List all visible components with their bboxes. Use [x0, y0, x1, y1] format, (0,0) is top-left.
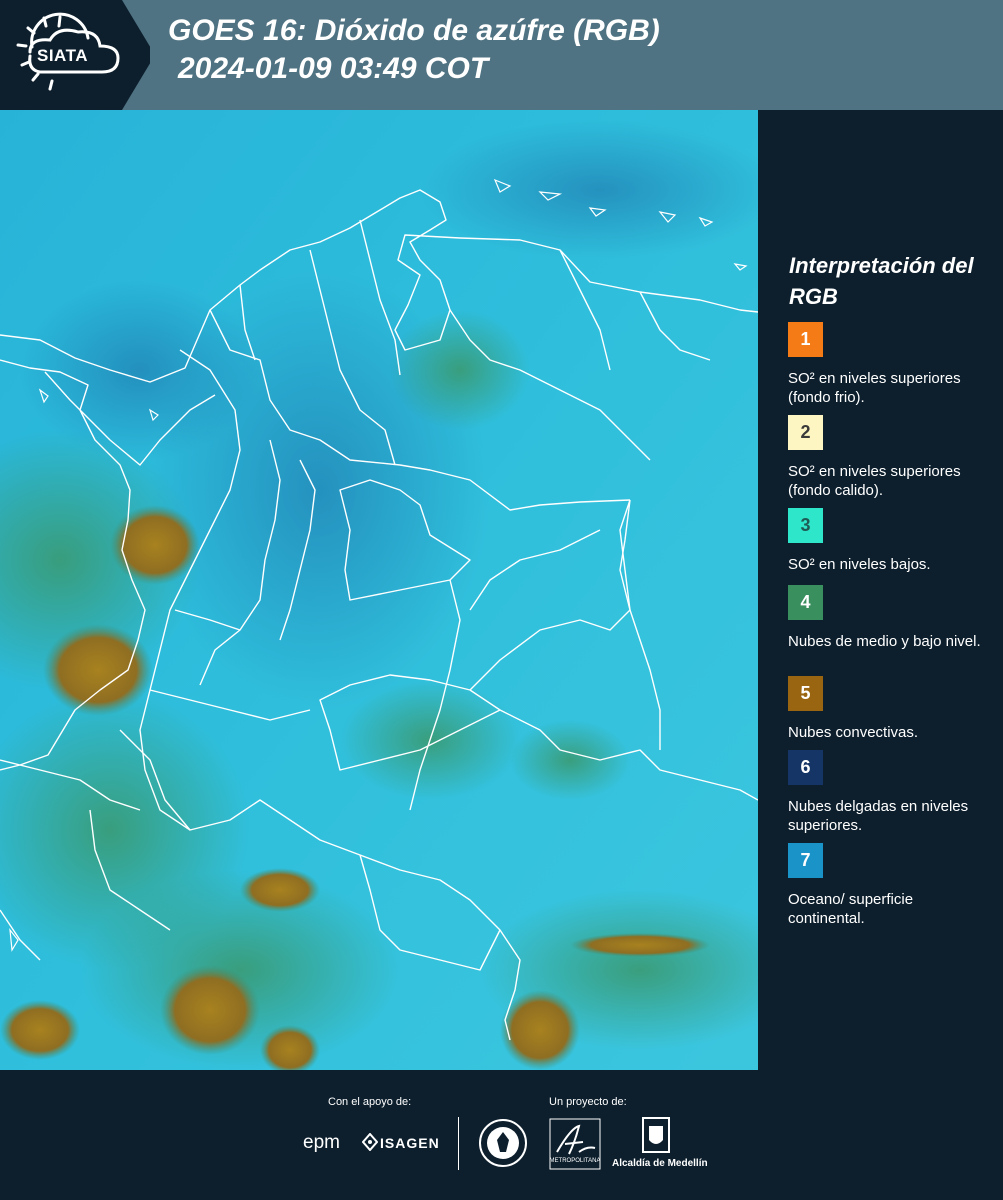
legend-label: Nubes de medio y bajo nivel.: [788, 633, 981, 650]
legend-item-1: 1 SO² en niveles superiores (fondo frio)…: [788, 322, 993, 407]
area-metropolitana-logo: METROPOLITANA: [549, 1118, 601, 1170]
isagen-logo: ISAGEN: [380, 1135, 440, 1151]
legend-item-2: 2 SO² en niveles superiores (fondo calid…: [788, 415, 993, 500]
legend-number: 7: [800, 850, 811, 870]
medellin-seal-icon: [479, 1119, 527, 1167]
project-label: Un proyecto de:: [549, 1096, 627, 1108]
alcaldia-shield-icon: [642, 1117, 670, 1153]
legend-item-3: 3 SO² en niveles bajos.: [788, 508, 993, 574]
legend-label: SO² en niveles superiores (fondo calido)…: [788, 463, 961, 499]
legend-swatch-5: 5: [788, 676, 823, 711]
legend-swatch-2: 2: [788, 415, 823, 450]
legend-label: Nubes delgadas en niveles superiores.: [788, 798, 969, 834]
legend-number: 4: [800, 592, 811, 612]
legend-item-4: 4 Nubes de medio y bajo nivel.: [788, 585, 993, 651]
legend-number: 1: [800, 329, 811, 349]
divider: [458, 1117, 459, 1170]
logo-text: SIATA: [37, 46, 88, 65]
legend-label: Nubes convectivas.: [788, 724, 919, 741]
support-label: Con el apoyo de:: [328, 1096, 412, 1108]
legend-swatch-6: 6: [788, 750, 823, 785]
legend-number: 2: [800, 422, 811, 442]
legend-item-7: 7 Oceano/ superficie continental.: [788, 843, 993, 928]
satellite-map: [0, 110, 758, 1070]
legend-number: 3: [800, 515, 811, 535]
legend-item-5: 5 Nubes convectivas.: [788, 676, 993, 742]
legend-label: Oceano/ superficie continental.: [788, 891, 914, 927]
legend-title: Interpretación del RGB: [789, 253, 974, 309]
legend-swatch-3: 3: [788, 508, 823, 543]
timestamp: 2024-01-09 03:49 COT: [178, 52, 489, 85]
epm-logo: epm: [303, 1132, 340, 1153]
legend-item-6: 6 Nubes delgadas en niveles superiores.: [788, 750, 993, 835]
legend-panel: Interpretación del RGB 1 SO² en niveles …: [758, 110, 1003, 1070]
footer: Con el apoyo de: Un proyecto de: epm ISA…: [0, 1070, 1003, 1200]
legend-label: SO² en niveles bajos.: [788, 556, 931, 573]
header-bar: SIATA GOES 16: Dióxido de azúfre (RGB) 2…: [0, 0, 1003, 110]
page-title: GOES 16: Dióxido de azúfre (RGB): [168, 14, 660, 47]
legend-label: SO² en niveles superiores (fondo frio).: [788, 370, 961, 406]
siata-logo: SIATA: [0, 0, 150, 110]
legend-number: 5: [800, 683, 811, 703]
legend-swatch-1: 1: [788, 322, 823, 357]
legend-number: 6: [800, 757, 811, 777]
metro-label: METROPOLITANA: [550, 1158, 601, 1164]
isagen-icon: [362, 1133, 378, 1151]
alcaldia-label: Alcaldía de Medellín: [612, 1158, 708, 1169]
legend-swatch-4: 4: [788, 585, 823, 620]
legend-swatch-7: 7: [788, 843, 823, 878]
